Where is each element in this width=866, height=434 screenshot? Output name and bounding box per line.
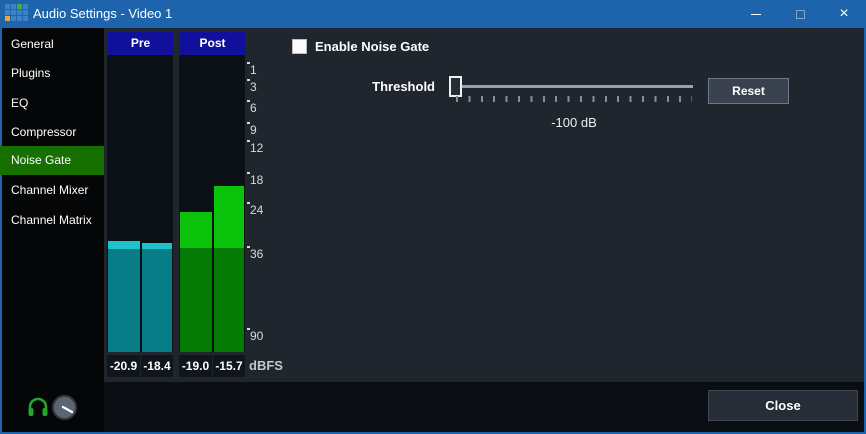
post-meter-value-1: -19.0: [179, 355, 212, 377]
minimize-button[interactable]: [734, 0, 778, 28]
sidebar-item-eq[interactable]: EQ: [2, 89, 104, 118]
close-window-button[interactable]: ×: [822, 0, 866, 28]
pre-meter-bar-1: [108, 249, 140, 352]
meter-unit-label: dBFS: [249, 355, 283, 377]
scale-label-36: 36: [250, 247, 274, 261]
pre-meter-value-1: -20.9: [107, 355, 140, 377]
sidebar-item-general[interactable]: General: [2, 30, 104, 59]
scale-label-18: 18: [250, 173, 274, 187]
audio-settings-window: Audio Settings - Video 1 × General Plugi…: [0, 0, 866, 434]
enable-noise-gate-label: Enable Noise Gate: [315, 39, 429, 55]
scale-label-24: 24: [250, 203, 274, 217]
scale-label-9: 9: [250, 123, 274, 137]
window-title: Audio Settings - Video 1: [33, 0, 172, 28]
threshold-slider-thumb[interactable]: [449, 76, 462, 97]
post-meter-header: Post: [180, 32, 245, 55]
reset-button[interactable]: Reset: [708, 78, 789, 104]
scale-label-6: 6: [250, 101, 274, 115]
post-meter-bar-2: [214, 248, 244, 352]
vmix-logo-icon: [5, 4, 28, 21]
scale-label-3: 3: [250, 80, 274, 94]
scale-label-90: 90: [250, 329, 274, 343]
post-meter-bar-2-peak: [214, 186, 244, 248]
headphones-icon[interactable]: [27, 396, 49, 418]
threshold-slider-ticks: [456, 96, 692, 102]
settings-sidebar: General Plugins EQ Compressor Noise Gate…: [2, 28, 104, 432]
sidebar-item-compressor[interactable]: Compressor: [2, 118, 104, 147]
titlebar[interactable]: Audio Settings - Video 1 ×: [0, 0, 866, 28]
threshold-label: Threshold: [355, 79, 435, 94]
enable-noise-gate-checkbox[interactable]: [292, 39, 307, 54]
maximize-button[interactable]: [778, 0, 822, 28]
pre-meter-bar-1-peak: [108, 241, 140, 249]
sidebar-item-plugins[interactable]: Plugins: [2, 59, 104, 88]
maximize-icon: [796, 10, 805, 19]
threshold-value: -100 dB: [455, 115, 693, 130]
post-meter-bar-1: [180, 248, 212, 352]
scale-label-12: 12: [250, 141, 274, 155]
pre-meter-value-2: -18.4: [141, 355, 173, 377]
sidebar-item-channel-mixer[interactable]: Channel Mixer: [2, 176, 104, 205]
post-meter-value-2: -15.7: [213, 355, 245, 377]
close-button[interactable]: Close: [708, 390, 858, 421]
scale-label-1: 1: [250, 63, 274, 77]
post-meter-bar-1-peak: [180, 212, 212, 248]
threshold-slider-track[interactable]: [455, 85, 693, 88]
close-icon: ×: [839, 6, 848, 22]
sidebar-item-noise-gate[interactable]: Noise Gate: [0, 146, 104, 175]
headphones-volume-knob[interactable]: [52, 395, 77, 420]
pre-meter-header: Pre: [108, 32, 173, 55]
minimize-icon: [751, 14, 761, 15]
pre-meter-bar-2: [142, 249, 172, 352]
sidebar-item-channel-matrix[interactable]: Channel Matrix: [2, 206, 104, 235]
